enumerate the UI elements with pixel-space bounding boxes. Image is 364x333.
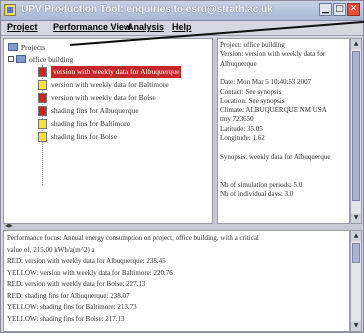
- output-line: YELLOW: shading fins for Boise: 217.13: [7, 314, 125, 323]
- scroll-down-icon[interactable]: ▼: [351, 321, 361, 331]
- scenario-label: shading fins for Boise: [51, 132, 118, 141]
- splitter-arrows-icon[interactable]: ◀▶: [5, 223, 13, 229]
- status-red-icon: [38, 67, 47, 77]
- detail-line: Synopsis: weekly data for Albuquerque: [220, 152, 331, 161]
- output-line: YELLOW: version with weekly data for Bal…: [7, 268, 173, 277]
- performance-output: Performance focus: Annual energy consump…: [3, 230, 350, 332]
- expand-toggle-icon[interactable]: [8, 56, 14, 62]
- scenario-label: shading fins for Baltimore: [51, 119, 130, 128]
- output-scrollbar[interactable]: ▲ ▼: [350, 230, 362, 332]
- tree-root-label: Projects: [21, 43, 46, 52]
- scroll-down-icon[interactable]: ▼: [351, 213, 361, 223]
- detail-line: Location: See synopsis: [220, 96, 285, 105]
- maximize-button[interactable]: □: [333, 3, 346, 16]
- output-line: Performance focus: Annual energy consump…: [7, 234, 259, 242]
- status-yellow-icon: [38, 132, 47, 142]
- detail-line: Albuquerque: [220, 59, 257, 68]
- scenario-item[interactable]: version with weekly data for Baltimore: [38, 79, 210, 91]
- detail-line: Project: office building: [220, 41, 285, 49]
- menu-help[interactable]: Help: [172, 22, 192, 32]
- status-red-icon: [38, 106, 47, 116]
- tree-node-label: office building: [29, 55, 74, 64]
- scenario-label: version with weekly data for Albuquerque: [51, 66, 182, 78]
- scroll-up-icon[interactable]: ▲: [351, 39, 361, 49]
- scenario-item[interactable]: version with weekly data for Albuquerque: [38, 66, 210, 78]
- detail-line: Version: version with weekly data for: [220, 50, 326, 59]
- menu-performance-view[interactable]: Performance View: [53, 22, 131, 32]
- scenario-label: version with weekly data for Baltimore: [51, 80, 169, 89]
- scenario-item[interactable]: shading fins for Albuquerque: [38, 105, 210, 117]
- window-title: UPV Production Tool: enquiries to esru@s…: [21, 4, 273, 15]
- scroll-thumb[interactable]: [352, 51, 360, 201]
- status-yellow-icon: [38, 119, 47, 129]
- scenario-item[interactable]: version with weekly data for Boise: [38, 92, 210, 104]
- detail-line: Nb of individual days: 3.0: [220, 189, 294, 198]
- output-line: value of, 215.00 kWh/a(m^2) a: [7, 245, 95, 254]
- detail-line: Contact: See synopsis: [220, 87, 282, 96]
- details-scrollbar[interactable]: ▲ ▼: [350, 38, 362, 224]
- detail-line: Latitude: 35.05: [220, 124, 263, 133]
- output-line: RED: version with weekly data for Albuqu…: [7, 257, 166, 265]
- application-window: UPV Production Tool: enquiries to esru@s…: [0, 0, 364, 333]
- status-red-icon: [38, 93, 47, 103]
- scenario-item[interactable]: shading fins for Boise: [38, 131, 210, 143]
- folder-icon: [16, 55, 26, 63]
- scenario-label: shading fins for Albuquerque: [51, 106, 139, 115]
- detail-line: Climate: ALBUQUERQUE NM USA: [220, 106, 327, 115]
- output-line: YELLOW: shading fins for Baltimore: 213.…: [7, 303, 137, 311]
- detail-line: Date: Mon Mar 5 10:40:53 2007: [220, 78, 312, 87]
- folder-icon: [8, 43, 18, 51]
- menu-project[interactable]: Project: [7, 22, 38, 32]
- scenario-item[interactable]: shading fins for Baltimore: [38, 118, 210, 130]
- app-icon: [4, 4, 16, 16]
- close-button[interactable]: ✕: [347, 3, 360, 16]
- minimize-button[interactable]: ▁: [319, 3, 332, 16]
- project-tree[interactable]: Projects office building version with we…: [3, 38, 213, 224]
- output-line: RED: shading fins for Albuquerque: 238.0…: [7, 291, 130, 300]
- details-panel: Project: office building Version: version…: [217, 38, 350, 224]
- menu-analysis[interactable]: Analysis: [127, 22, 164, 32]
- menu-bar: Project Performance View Analysis Help: [1, 21, 363, 36]
- title-bar[interactable]: UPV Production Tool: enquiries to esru@s…: [1, 1, 363, 21]
- detail-line: Nb of simulation periods: 5.0: [220, 180, 303, 189]
- detail-line: tmy 723650: [220, 115, 254, 124]
- scroll-up-icon[interactable]: ▲: [351, 231, 361, 241]
- output-line: RED: version with weekly data for Boise:…: [7, 280, 146, 288]
- scroll-thumb[interactable]: [352, 243, 360, 263]
- detail-line: Longitude: 1.62: [220, 134, 265, 142]
- status-yellow-icon: [38, 80, 47, 90]
- scenario-label: version with weekly data for Boise: [51, 93, 156, 102]
